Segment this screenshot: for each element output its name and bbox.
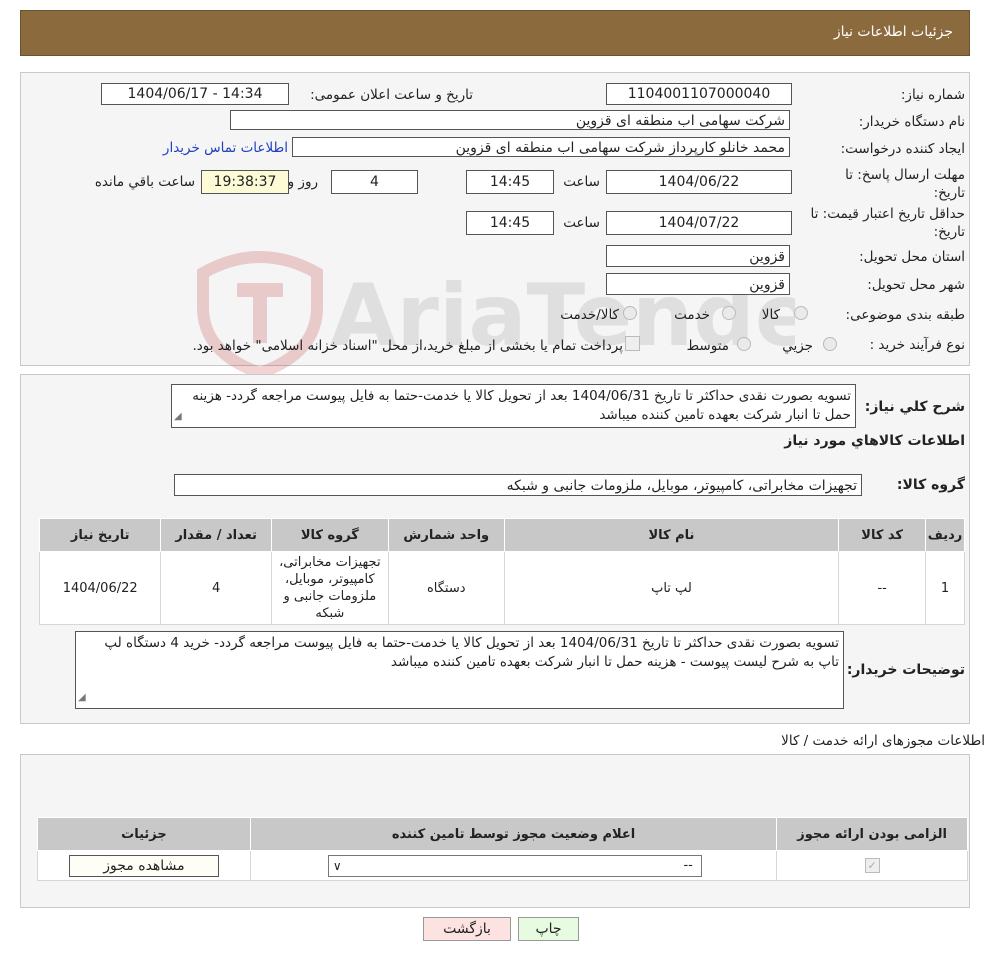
permits-table: جزئیات اعلام وضعیت مجوز توسط تامین کننده… <box>37 817 968 881</box>
province-field: قزوین <box>606 245 790 267</box>
need-number-field: 1104001107000040 <box>606 83 792 105</box>
print-button[interactable]: چاپ <box>518 917 579 941</box>
permits-section-title: اطلاعات مجوزهای ارائه خدمت / کالا <box>781 733 985 749</box>
deadline-label-date: تاریخ: <box>933 185 965 201</box>
need-number-label: شماره نیاز: <box>900 87 965 103</box>
chevron-down-icon: ∨ <box>332 858 342 873</box>
process-option-minor: جزیي <box>782 338 813 354</box>
announce-date-field: 1404/06/17 - 14:34 <box>101 83 289 105</box>
creator-field: محمد خانلو کارپرداز شرکت سهامی اب منطقه … <box>292 137 790 157</box>
cell-name: لپ تاپ <box>503 551 840 625</box>
cell-row: 1 <box>925 551 965 625</box>
col-row: رديف <box>925 518 965 552</box>
col-goods-group: گروه کالا <box>270 518 389 552</box>
category-option-service: خدمت <box>674 307 710 323</box>
buyer-notes-label: توضیحات خریدار: <box>846 662 965 678</box>
table-row: مشاهده مجوز ∨ -- ✓ <box>37 850 968 881</box>
resize-grip-icon[interactable]: ◢ <box>78 688 86 707</box>
cell-code: -- <box>838 551 926 625</box>
city-label: شهر محل تحویل: <box>867 277 965 293</box>
col-unit: واحد شمارش <box>387 518 505 552</box>
announce-date-label: تاریخ و ساعت اعلان عمومی: <box>310 87 473 103</box>
table-row: 1404/06/22 4 تجهیزات مخابراتی، کامپیوتر،… <box>38 551 965 625</box>
treasury-checkbox[interactable] <box>625 336 640 351</box>
buyer-notes-text: تسویه بصورت نقدی حداکثر تا تاریخ 1404/06… <box>104 635 839 670</box>
remaining-time-field: 19:38:37 <box>201 170 289 194</box>
goods-section-title: اطلاعات کالاهاي مورد نياز <box>784 433 965 449</box>
cell-qty: 4 <box>160 551 272 625</box>
col-details: جزئیات <box>37 817 251 851</box>
validity-label: حداقل تاریخ اعتبار قیمت: تا <box>810 206 965 222</box>
view-permit-button[interactable]: مشاهده مجوز <box>68 854 219 877</box>
province-label: استان محل تحویل: <box>859 249 965 265</box>
process-option-medium: متوسط <box>686 338 729 354</box>
permit-status-select[interactable]: ∨ -- <box>327 854 702 877</box>
cell-date: 1404/06/22 <box>38 551 162 625</box>
page-header: جزئیات اطلاعات نیاز <box>20 10 970 56</box>
col-goods-name: نام کالا <box>503 518 840 552</box>
category-option-goods-service: کالا/خدمت <box>560 307 619 323</box>
process-radio-medium[interactable] <box>737 337 751 351</box>
category-radio-goods[interactable] <box>794 306 808 320</box>
cell-unit: دستگاه <box>387 551 505 625</box>
general-desc-textarea[interactable]: تسویه بصورت نقدی حداکثر تا تاریخ 1404/06… <box>171 384 856 428</box>
cell-permit-required: ✓ <box>776 850 968 881</box>
treasury-note: پرداخت تمام یا بخشی از مبلغ خرید،از محل … <box>192 338 623 354</box>
col-permit-status: اعلام وضعیت مجوز توسط تامین کننده <box>249 817 778 851</box>
process-type-label: نوع فرآیند خرید : <box>869 337 965 353</box>
validity-label-date: تاریخ: <box>933 224 965 240</box>
buyer-notes-textarea[interactable]: تسویه بصورت نقدی حداکثر تا تاریخ 1404/06… <box>75 631 844 709</box>
permits-table-header: جزئیات اعلام وضعیت مجوز توسط تامین کننده… <box>37 817 968 851</box>
deadline-time-label: ساعت <box>563 174 600 190</box>
col-permit-required: الزامی بودن ارائه مجوز <box>776 817 968 851</box>
deadline-date-field: 1404/06/22 <box>606 170 792 194</box>
cell-details: مشاهده مجوز <box>37 850 251 881</box>
days-remaining-field: 4 <box>331 170 418 194</box>
category-radio-service[interactable] <box>722 306 736 320</box>
back-button[interactable]: بازگشت <box>423 917 511 941</box>
col-quantity: تعداد / مقدار <box>160 518 272 552</box>
process-radio-minor[interactable] <box>823 337 837 351</box>
col-need-date: تاریخ نیاز <box>38 518 162 552</box>
validity-time-field: 14:45 <box>466 211 554 235</box>
category-option-goods: کالا <box>761 307 780 323</box>
col-goods-code: کد کالا <box>838 518 926 552</box>
category-label: طبقه بندی موضوعی: <box>845 307 965 323</box>
general-desc-label: شرح کلي نياز: <box>864 399 965 415</box>
buyer-org-field: شرکت سهامی اب منطقه ای قزوین <box>230 110 790 130</box>
category-radio-goods-service[interactable] <box>623 306 637 320</box>
city-field: قزوین <box>606 273 790 295</box>
validity-date-field: 1404/07/22 <box>606 211 792 235</box>
general-desc-text: تسویه بصورت نقدی حداکثر تا تاریخ 1404/06… <box>192 388 851 423</box>
remaining-time-label: ساعت باقي مانده <box>94 174 195 190</box>
goods-table: تاریخ نیاز تعداد / مقدار گروه کالا واحد … <box>38 518 965 625</box>
goods-table-header: تاریخ نیاز تعداد / مقدار گروه کالا واحد … <box>38 518 965 552</box>
goods-group-label: گروه کالا: <box>896 477 965 493</box>
days-label: روز و <box>287 174 318 190</box>
page-title: جزئیات اطلاعات نیاز <box>833 24 953 40</box>
buyer-org-label: نام دستگاه خریدار: <box>858 114 965 130</box>
cell-group: تجهیزات مخابراتی، کامپیوتر، موبایل، ملزو… <box>270 551 389 625</box>
permit-required-checkbox[interactable]: ✓ <box>864 858 880 873</box>
deadline-label: مهلت ارسال پاسخ: تا <box>845 167 965 183</box>
creator-label: ایجاد کننده درخواست: <box>840 141 965 157</box>
resize-grip-icon[interactable]: ◢ <box>174 407 182 426</box>
permit-status-value: -- <box>683 857 693 873</box>
deadline-time-field: 14:45 <box>466 170 554 194</box>
cell-permit-status: ∨ -- <box>249 850 778 881</box>
goods-group-field: تجهیزات مخابراتی، کامپیوتر، موبایل، ملزو… <box>174 474 862 496</box>
validity-time-label: ساعت <box>563 215 600 231</box>
buyer-contact-link[interactable]: اطلاعات تماس خریدار <box>163 140 288 156</box>
